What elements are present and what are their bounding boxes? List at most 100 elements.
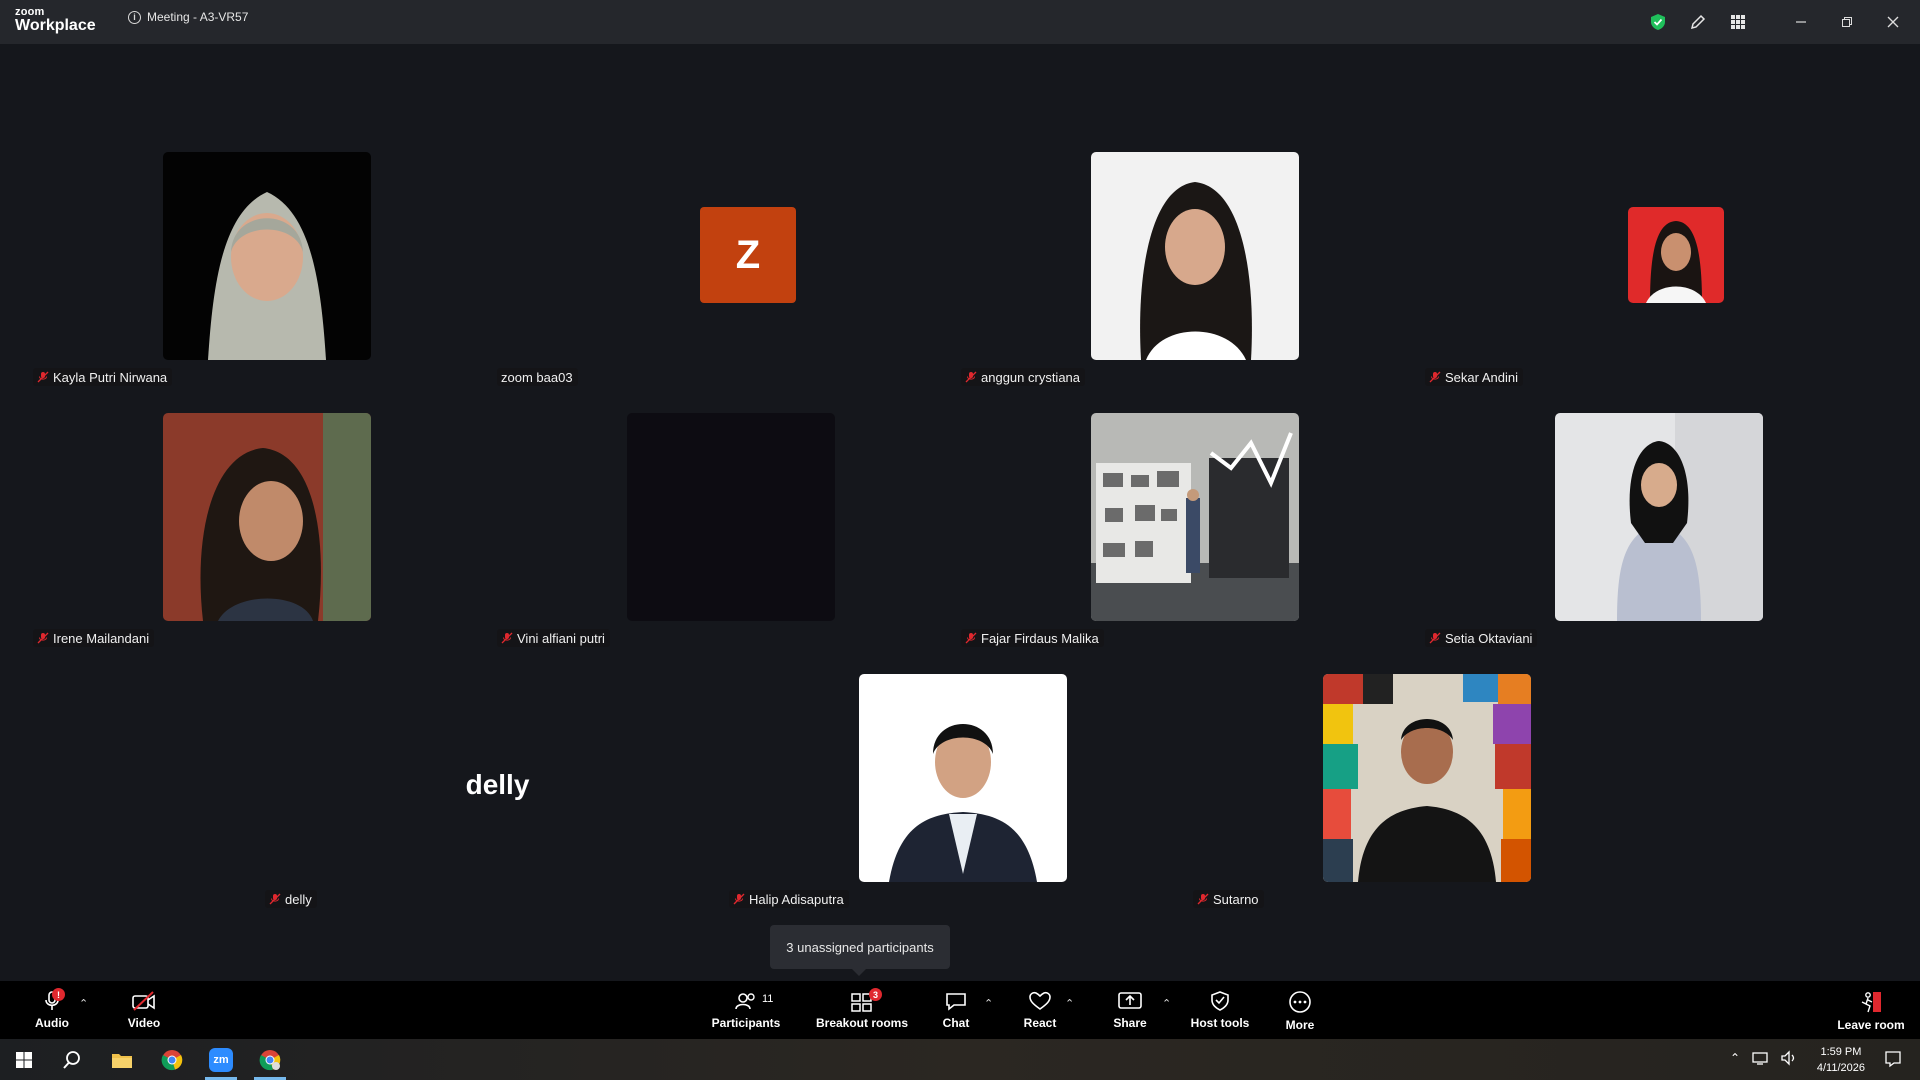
info-icon[interactable]: i [128, 10, 141, 24]
chat-options-caret-icon[interactable]: ⌃ [984, 997, 993, 1010]
mic-muted-icon [965, 371, 977, 383]
meeting-info[interactable]: i Meeting - A3-VR57 [128, 10, 248, 24]
participant-tile[interactable]: Sekar Andini [1425, 143, 1890, 403]
mic-muted-icon [37, 632, 49, 644]
participant-photo [1628, 207, 1724, 303]
participant-name: Setia Oktaviani [1445, 630, 1533, 646]
participant-name: Sekar Andini [1445, 369, 1518, 385]
participant-photo [859, 674, 1067, 882]
participant-tile[interactable]: anggun crystiana [961, 143, 1426, 403]
more-dots-icon [1289, 991, 1311, 1013]
participant-tile[interactable]: Fajar Firdaus Malika [961, 404, 1426, 664]
participant-photo [1091, 413, 1299, 621]
participant-video-dark [627, 413, 835, 621]
participant-nametag: Vini alfiani putri [497, 629, 610, 647]
participant-display-name: delly [465, 769, 530, 800]
clock-date: 4/11/2026 [1816, 1062, 1865, 1074]
participant-tile[interactable]: Setia Oktaviani [1425, 404, 1890, 664]
clock-time: 1:59 PM [1820, 1046, 1862, 1058]
audio-button[interactable]: ! Audio [28, 981, 76, 1039]
mic-muted-icon [965, 632, 977, 644]
notifications-icon[interactable] [1884, 1050, 1902, 1073]
participant-name: delly [285, 891, 312, 907]
react-button[interactable]: React [1020, 981, 1060, 1039]
participant-nametag: Halip Adisaputra [729, 890, 849, 908]
share-options-caret-icon[interactable]: ⌃ [1162, 997, 1171, 1010]
participant-tile[interactable]: delly delly [265, 665, 730, 925]
network-icon[interactable] [1752, 1050, 1770, 1071]
audio-label: Audio [35, 1016, 69, 1030]
video-button[interactable]: Video [120, 981, 168, 1039]
participant-tile[interactable]: Sutarno [1193, 665, 1658, 925]
participant-name: Fajar Firdaus Malika [981, 630, 1099, 646]
participant-tile[interactable]: Kayla Putri Nirwana [33, 143, 498, 403]
more-button[interactable]: More [1280, 981, 1320, 1039]
audio-alert-badge: ! [52, 988, 65, 1001]
participant-nametag: Kayla Putri Nirwana [33, 368, 173, 386]
host-tools-shield-icon [1211, 991, 1229, 1011]
leave-room-label: Leave room [1837, 1018, 1905, 1032]
participant-tile[interactable]: Irene Mailandani [33, 404, 498, 664]
chat-button[interactable]: Chat [936, 981, 976, 1039]
search-icon[interactable] [48, 1039, 96, 1080]
leave-room-button[interactable]: Leave room [1836, 981, 1906, 1039]
tray-chevron-icon[interactable]: ⌃ [1730, 1051, 1740, 1065]
participant-photo [1555, 413, 1763, 621]
participant-name: Halip Adisaputra [749, 891, 844, 907]
participant-tile[interactable]: Z zoom baa03 [497, 143, 962, 403]
participants-icon [735, 993, 755, 1010]
participant-nametag: zoom baa03 [497, 368, 578, 386]
chat-label: Chat [942, 1016, 970, 1030]
react-options-caret-icon[interactable]: ⌃ [1065, 997, 1074, 1010]
zoom-taskbar-icon[interactable]: zm [197, 1039, 245, 1080]
windows-start-icon[interactable] [0, 1039, 48, 1080]
mic-muted-icon [1197, 893, 1209, 905]
video-label: Video [127, 1016, 161, 1030]
participant-tile[interactable]: Vini alfiani putri [497, 404, 962, 664]
participant-photo [1091, 152, 1299, 360]
apps-grid-icon[interactable] [1718, 0, 1758, 44]
breakout-rooms-button[interactable]: 3 Breakout rooms [816, 981, 908, 1039]
zoom-workplace-logo: zoom Workplace [15, 7, 96, 34]
participant-photo [1323, 674, 1531, 882]
host-tools-label: Host tools [1190, 1016, 1250, 1030]
breakout-badge: 3 [869, 988, 882, 1001]
security-shield-icon[interactable] [1638, 0, 1678, 44]
participant-name: anggun crystiana [981, 369, 1081, 385]
breakout-tooltip: 3 unassigned participants [770, 925, 950, 976]
react-label: React [1023, 1016, 1057, 1030]
pencil-icon[interactable] [1678, 0, 1718, 44]
video-off-icon [132, 991, 155, 1011]
heart-icon [1029, 991, 1051, 1010]
participant-nametag: Setia Oktaviani [1425, 629, 1538, 647]
chrome-icon[interactable] [148, 1039, 196, 1080]
participant-nametag: Fajar Firdaus Malika [961, 629, 1104, 647]
breakout-rooms-label: Breakout rooms [815, 1016, 909, 1030]
audio-options-caret-icon[interactable]: ⌃ [79, 997, 88, 1010]
file-explorer-icon[interactable] [98, 1039, 146, 1080]
participant-photo [163, 413, 371, 621]
participant-avatar: Z [700, 207, 796, 303]
share-label: Share [1113, 1016, 1147, 1030]
share-screen-icon [1118, 992, 1142, 1009]
system-clock[interactable]: 1:59 PM 4/11/2026 [1817, 1044, 1865, 1076]
leave-room-icon [1861, 992, 1881, 1013]
windows-taskbar: zm ⌃ 1:59 PM 4/11/2026 [0, 1039, 1920, 1080]
participant-tile[interactable]: Halip Adisaputra [729, 665, 1194, 925]
host-tools-button[interactable]: Host tools [1190, 981, 1250, 1039]
participant-photo [163, 152, 371, 360]
volume-icon[interactable] [1780, 1050, 1798, 1071]
participant-name: Sutarno [1213, 891, 1259, 907]
participants-label: Participants [711, 1016, 781, 1030]
participant-nametag: anggun crystiana [961, 368, 1086, 386]
share-button[interactable]: Share [1110, 981, 1150, 1039]
mic-muted-icon [501, 632, 513, 644]
minimize-button[interactable] [1778, 0, 1824, 44]
chat-bubble-icon [946, 993, 966, 1011]
participant-name: Kayla Putri Nirwana [53, 369, 168, 385]
chrome-profile-icon[interactable] [246, 1039, 294, 1080]
mic-muted-icon [37, 371, 49, 383]
restore-button[interactable] [1824, 0, 1870, 44]
close-button[interactable] [1870, 0, 1916, 44]
participants-button[interactable]: 11 Participants [710, 981, 782, 1039]
